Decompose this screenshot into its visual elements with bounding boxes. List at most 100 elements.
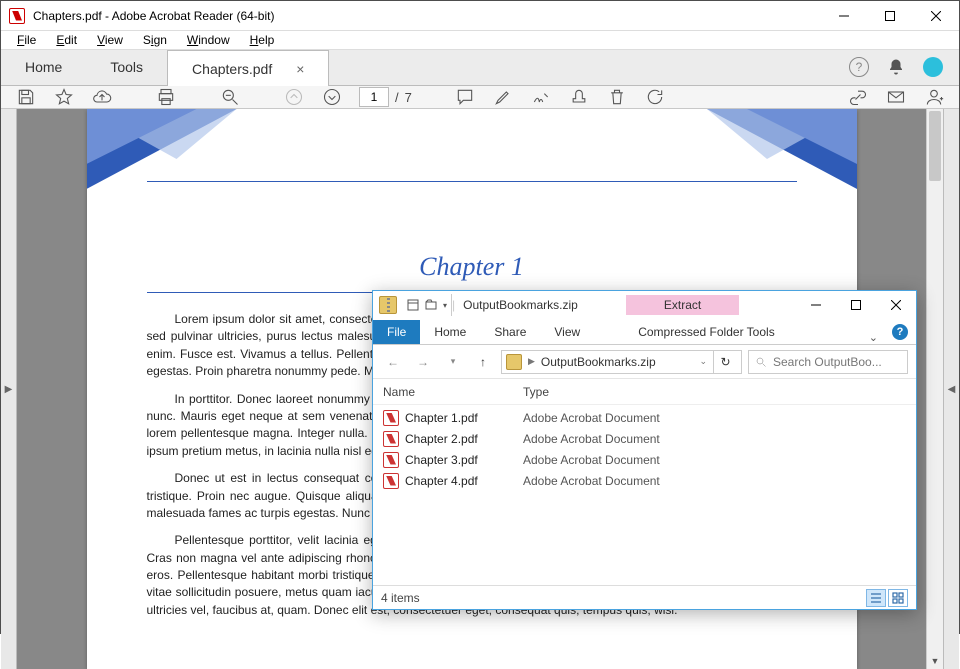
- search-box[interactable]: Search OutputBoo...: [748, 350, 908, 374]
- explorer-statusbar: 4 items: [373, 585, 916, 609]
- file-type: Adobe Acrobat Document: [523, 432, 660, 446]
- explorer-address-row: ← → ▾ ↑ ▶ OutputBookmarks.zip ⌄ ↻ Search…: [373, 345, 916, 379]
- nav-back-button[interactable]: ←: [381, 350, 405, 374]
- chapter-heading: Chapter 1: [147, 252, 797, 282]
- notifications-icon[interactable]: [887, 58, 905, 76]
- column-type[interactable]: Type: [523, 385, 916, 399]
- qat-dropdown-icon[interactable]: ▾: [443, 301, 447, 310]
- menu-help[interactable]: Help: [242, 31, 283, 49]
- pdf-icon: [383, 473, 399, 489]
- file-name: Chapter 1.pdf: [405, 411, 523, 425]
- tab-home[interactable]: Home: [1, 49, 86, 85]
- file-row[interactable]: Chapter 2.pdfAdobe Acrobat Document: [373, 428, 916, 449]
- email-icon[interactable]: [885, 86, 907, 108]
- tab-document-label: Chapters.pdf: [192, 61, 272, 77]
- maximize-button[interactable]: [867, 1, 913, 31]
- pdf-icon: [383, 410, 399, 426]
- scroll-thumb[interactable]: [929, 111, 941, 181]
- link-icon[interactable]: [847, 86, 869, 108]
- delete-icon[interactable]: [606, 86, 628, 108]
- ribbon-share[interactable]: Share: [480, 320, 540, 344]
- refresh-button[interactable]: ↻: [713, 350, 737, 374]
- ribbon-view[interactable]: View: [540, 320, 594, 344]
- file-list: Chapter 1.pdfAdobe Acrobat Document Chap…: [373, 405, 916, 585]
- tab-close-icon[interactable]: ×: [296, 61, 304, 77]
- ribbon-help-icon[interactable]: ?: [892, 324, 908, 340]
- view-icons-button[interactable]: [888, 589, 908, 607]
- explorer-close-button[interactable]: [876, 291, 916, 319]
- print-icon[interactable]: [155, 86, 177, 108]
- left-panel-handle[interactable]: ▶: [1, 109, 17, 669]
- page-up-icon[interactable]: [283, 86, 305, 108]
- view-details-button[interactable]: [866, 589, 886, 607]
- tab-document[interactable]: Chapters.pdf ×: [167, 50, 329, 86]
- scroll-down-icon[interactable]: ▼: [927, 652, 943, 669]
- explorer-titlebar: ▾ | OutputBookmarks.zip Extract: [373, 291, 916, 319]
- explorer-title: OutputBookmarks.zip: [455, 298, 586, 312]
- tab-tools[interactable]: Tools: [86, 49, 167, 85]
- file-name: Chapter 2.pdf: [405, 432, 523, 446]
- nav-up-button[interactable]: ↑: [471, 350, 495, 374]
- search-icon: [755, 356, 767, 368]
- pdf-icon: [383, 431, 399, 447]
- minimize-button[interactable]: [821, 1, 867, 31]
- nav-forward-button[interactable]: →: [411, 350, 435, 374]
- acrobat-window-controls: [821, 1, 959, 31]
- address-dropdown-icon[interactable]: ⌄: [699, 356, 707, 367]
- column-name[interactable]: Name: [383, 385, 523, 399]
- address-zip-icon: [506, 354, 522, 370]
- page-number-input[interactable]: [359, 87, 389, 107]
- nav-recent-dropdown[interactable]: ▾: [441, 350, 465, 374]
- save-icon[interactable]: [15, 86, 37, 108]
- breadcrumb-item[interactable]: OutputBookmarks.zip: [541, 355, 656, 369]
- search-placeholder: Search OutputBoo...: [773, 355, 882, 369]
- close-button[interactable]: [913, 1, 959, 31]
- comment-icon[interactable]: [454, 86, 476, 108]
- menu-window[interactable]: Window: [179, 31, 238, 49]
- file-row[interactable]: Chapter 3.pdfAdobe Acrobat Document: [373, 449, 916, 470]
- account-avatar[interactable]: [923, 57, 943, 77]
- stamp-icon[interactable]: [568, 86, 590, 108]
- highlight-icon[interactable]: [492, 86, 514, 108]
- ribbon-file[interactable]: File: [373, 320, 420, 344]
- acrobat-app-icon: [9, 8, 25, 24]
- ribbon-compressed-tools[interactable]: Compressed Folder Tools: [624, 320, 789, 344]
- cloud-upload-icon[interactable]: [91, 86, 113, 108]
- explorer-minimize-button[interactable]: [796, 291, 836, 319]
- menu-edit[interactable]: Edit: [48, 31, 85, 49]
- menu-sign[interactable]: Sign: [135, 31, 175, 49]
- sign-icon[interactable]: [530, 86, 552, 108]
- file-type: Adobe Acrobat Document: [523, 474, 660, 488]
- acrobat-menubar: File Edit View Sign Window Help: [1, 31, 959, 50]
- zip-icon: [379, 296, 397, 314]
- file-row[interactable]: Chapter 1.pdfAdobe Acrobat Document: [373, 407, 916, 428]
- qat-properties-icon[interactable]: [407, 299, 419, 311]
- qat-newfolder-icon[interactable]: [425, 299, 437, 311]
- acrobat-tabbar: Home Tools Chapters.pdf × ?: [1, 50, 959, 86]
- rotate-icon[interactable]: [644, 86, 666, 108]
- explorer-maximize-button[interactable]: [836, 291, 876, 319]
- right-panel-handle[interactable]: ◀: [943, 109, 959, 669]
- explorer-window-controls: [796, 291, 916, 319]
- help-icon[interactable]: ?: [849, 57, 869, 77]
- page-decoration-tr: [707, 109, 857, 189]
- pdf-icon: [383, 452, 399, 468]
- address-bar[interactable]: ▶ OutputBookmarks.zip ⌄ ↻: [501, 350, 742, 374]
- ribbon-expand-icon[interactable]: ⌄: [863, 331, 884, 344]
- explorer-window: ▾ | OutputBookmarks.zip Extract File Hom…: [372, 290, 917, 610]
- ribbon-home[interactable]: Home: [420, 320, 480, 344]
- status-item-count: 4 items: [381, 591, 420, 605]
- file-type: Adobe Acrobat Document: [523, 453, 660, 467]
- vertical-scrollbar[interactable]: ▲ ▼: [926, 109, 943, 669]
- page-down-icon[interactable]: [321, 86, 343, 108]
- page-sep: /: [395, 90, 399, 105]
- contextual-tab-label: Extract: [626, 295, 739, 315]
- breadcrumb-separator-icon[interactable]: ▶: [528, 356, 535, 367]
- star-icon[interactable]: [53, 86, 75, 108]
- file-row[interactable]: Chapter 4.pdfAdobe Acrobat Document: [373, 470, 916, 491]
- menu-file[interactable]: File: [9, 31, 44, 49]
- menu-view[interactable]: View: [89, 31, 131, 49]
- people-icon[interactable]: [923, 86, 945, 108]
- zoom-icon[interactable]: [219, 86, 241, 108]
- file-name: Chapter 3.pdf: [405, 453, 523, 467]
